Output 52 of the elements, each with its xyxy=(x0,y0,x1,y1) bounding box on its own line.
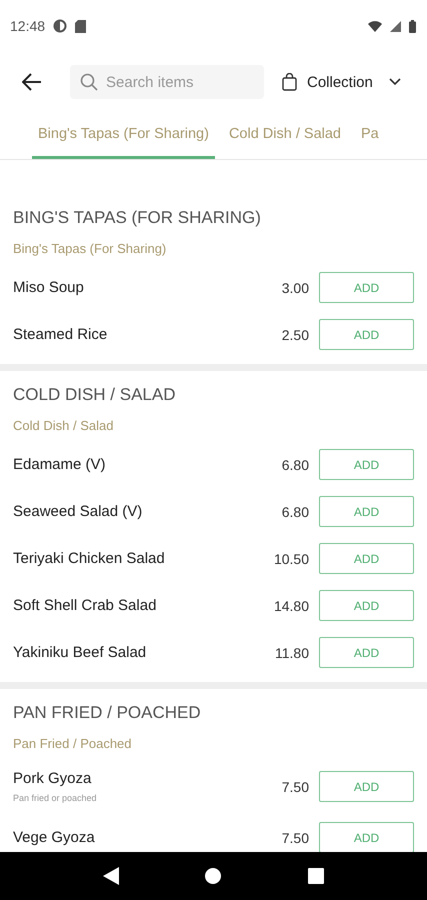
sd-card-icon xyxy=(75,20,86,32)
add-button[interactable]: ADD xyxy=(319,449,414,480)
item-price: 6.80 xyxy=(282,456,309,472)
category-tab[interactable]: Bing's Tapas (For Sharing) xyxy=(32,112,215,159)
section-title: BING'S TAPAS (FOR SHARING) xyxy=(12,207,262,229)
add-button[interactable]: ADD xyxy=(319,590,414,621)
item-price: 2.50 xyxy=(282,326,309,342)
item-price: 7.50 xyxy=(282,830,309,846)
collection-dropdown[interactable]: Collection xyxy=(282,73,401,91)
signal-icon xyxy=(390,20,401,32)
item-price: 6.80 xyxy=(282,504,309,520)
wifi-icon xyxy=(368,20,382,32)
item-name: Seaweed Salad (V) xyxy=(13,503,144,520)
item-name: Yakiniku Beef Salad xyxy=(13,644,148,661)
home-icon[interactable] xyxy=(205,868,222,884)
search-field[interactable]: Search items xyxy=(70,65,264,99)
item-price: 3.00 xyxy=(282,280,309,296)
shopping-bag-icon xyxy=(282,73,297,91)
section-subtitle: Cold Dish / Salad xyxy=(12,417,114,435)
chevron-down-icon xyxy=(388,78,401,86)
add-button[interactable]: ADD xyxy=(319,637,414,668)
item-name: Pork Gyoza xyxy=(13,770,92,787)
item-name: Vege Gyoza xyxy=(13,829,96,846)
notification-icon xyxy=(53,19,68,33)
category-tab[interactable]: Cold Dish / Salad xyxy=(222,112,347,159)
add-button[interactable]: ADD xyxy=(319,272,414,303)
item-name: Miso Soup xyxy=(13,279,85,296)
section-subtitle: Pan Fried / Poached xyxy=(12,735,133,753)
status-time: 12:48 xyxy=(10,18,46,34)
add-button[interactable]: ADD xyxy=(319,822,414,852)
item-price: 11.80 xyxy=(275,644,309,660)
item-name: Teriyaki Chicken Salad xyxy=(13,550,166,567)
item-price: 10.50 xyxy=(274,550,309,566)
item-name: Steamed Rice xyxy=(13,326,108,343)
back-arrow-icon[interactable] xyxy=(22,73,42,91)
section-title: PAN FRIED / POACHED xyxy=(12,702,202,724)
add-button[interactable]: ADD xyxy=(319,496,414,527)
add-button[interactable]: ADD xyxy=(319,771,414,802)
back-icon[interactable] xyxy=(103,867,120,885)
add-button[interactable]: ADD xyxy=(319,543,414,574)
item-price: 7.50 xyxy=(282,778,309,794)
category-tab[interactable]: Pa xyxy=(354,112,385,159)
item-name: Soft Shell Crab Salad xyxy=(13,597,158,614)
item-name: Edamame (V) xyxy=(13,456,107,473)
recents-icon[interactable] xyxy=(308,868,324,884)
section-title: COLD DISH / SALAD xyxy=(12,384,176,406)
section-subtitle: Bing's Tapas (For Sharing) xyxy=(12,240,168,258)
item-price: 14.80 xyxy=(274,598,309,614)
add-button[interactable]: ADD xyxy=(319,319,414,350)
search-icon xyxy=(80,73,98,91)
battery-icon xyxy=(409,20,416,32)
item-description: Pan fried or poached xyxy=(13,793,98,803)
